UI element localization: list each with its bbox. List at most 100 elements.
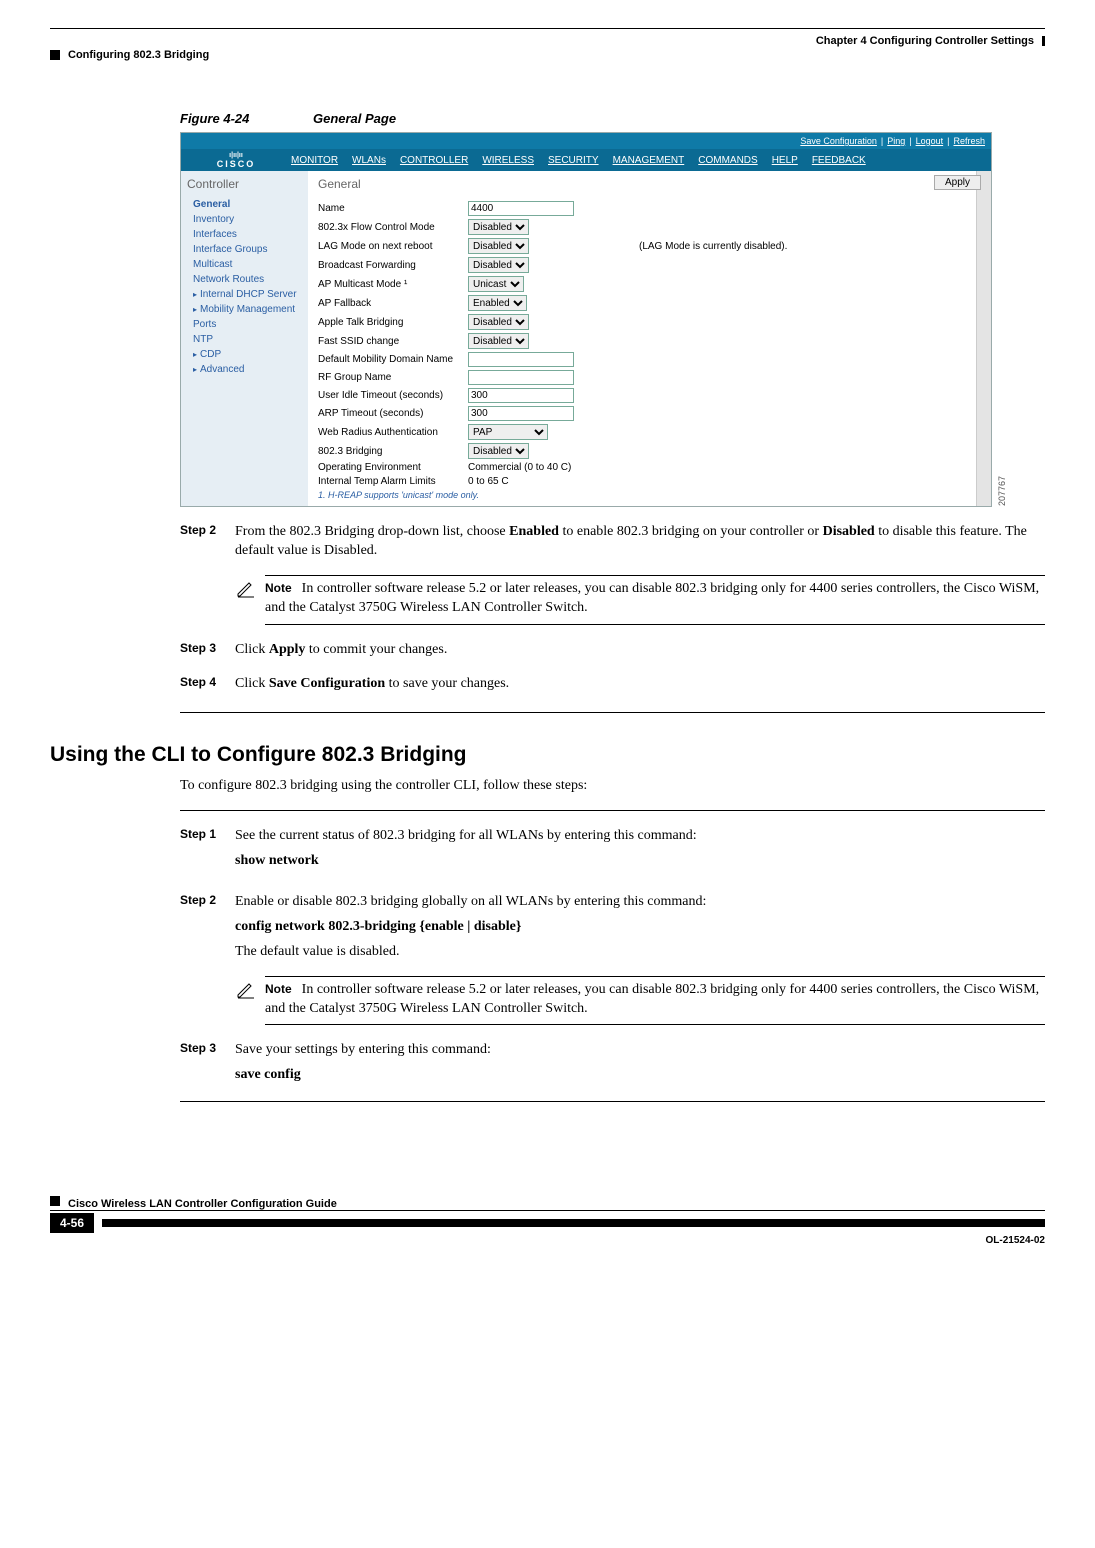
chapter-title: Chapter 4 Configuring Controller Setting… <box>816 35 1034 47</box>
top-utility-bar: Save Configuration | Ping | Logout | Ref… <box>181 133 991 149</box>
label-arp-timeout: ARP Timeout (seconds) <box>318 408 468 419</box>
menu-management[interactable]: MANAGEMENT <box>613 155 685 166</box>
ap-fallback-select[interactable]: Enabled <box>468 295 527 311</box>
cli-step-2-body: Enable or disable 802.3 bridging globall… <box>235 893 1045 962</box>
label-user-idle: User Idle Timeout (seconds) <box>318 390 468 401</box>
label-ap-multicast: AP Multicast Mode ¹ <box>318 279 468 290</box>
doc-id: OL-21524-02 <box>50 1235 1045 1246</box>
figure-label: Figure 4-24 <box>180 111 249 126</box>
save-config-link[interactable]: Save Configuration <box>800 136 877 146</box>
header-marker-icon <box>50 50 60 60</box>
note-2: NoteIn controller software release 5.2 o… <box>265 976 1045 1026</box>
figure-title: General Page <box>313 111 396 126</box>
label-mobility-domain: Default Mobility Domain Name <box>318 354 468 365</box>
footer-marker-icon <box>50 1196 60 1206</box>
cli-step-3-label: Step 3 <box>180 1041 235 1091</box>
lag-mode-select[interactable]: Disabled <box>468 238 529 254</box>
step-4-label: Step 4 <box>180 675 235 694</box>
step-2-text: From the 802.3 Bridging drop-down list, … <box>235 523 1045 561</box>
step-4-text: Click Save Configuration to save your ch… <box>235 675 1045 694</box>
main-panel: Apply General Name 802.3x Flow Control M… <box>308 171 991 506</box>
cli-step-1-body: See the current status of 802.3 bridging… <box>235 827 1045 877</box>
cli-intro: To configure 802.3 bridging using the co… <box>180 777 1045 796</box>
menu-controller[interactable]: CONTROLLER <box>400 155 468 166</box>
sidebar-item-mobility-management[interactable]: Mobility Management <box>187 302 302 317</box>
lag-mode-note: (LAG Mode is currently disabled). <box>639 241 787 252</box>
menu-help[interactable]: HELP <box>772 155 798 166</box>
rf-group-input[interactable] <box>468 370 574 385</box>
sidebar-item-general[interactable]: General <box>187 197 302 212</box>
arp-timeout-input[interactable] <box>468 406 574 421</box>
menu-feedback[interactable]: FEEDBACK <box>812 155 866 166</box>
label-fast-ssid: Fast SSID change <box>318 336 468 347</box>
label-temp-alarm: Internal Temp Alarm Limits <box>318 476 468 487</box>
menu-security[interactable]: SECURITY <box>548 155 599 166</box>
apply-button[interactable]: Apply <box>934 175 981 190</box>
flow-control-select[interactable]: Disabled <box>468 219 529 235</box>
step-2-label: Step 2 <box>180 523 235 561</box>
sidebar-item-cdp[interactable]: CDP <box>187 347 302 362</box>
name-input[interactable] <box>468 201 574 216</box>
label-flow-control: 802.3x Flow Control Mode <box>318 222 468 233</box>
label-operating-env: Operating Environment <box>318 462 468 473</box>
cli-step-3-body: Save your settings by entering this comm… <box>235 1041 1045 1091</box>
label-name: Name <box>318 203 468 214</box>
label-8023-bridging: 802.3 Bridging <box>318 446 468 457</box>
cli-step-1-label: Step 1 <box>180 827 235 877</box>
sidebar-item-advanced[interactable]: Advanced <box>187 362 302 377</box>
step-3-text: Click Apply to commit your changes. <box>235 641 1045 660</box>
panel-title: General <box>318 177 981 191</box>
note-1: NoteIn controller software release 5.2 o… <box>265 575 1045 625</box>
sidebar-item-internal-dhcp[interactable]: Internal DHCP Server <box>187 287 302 302</box>
main-menu-bar: ı|ıı|ıı CISCO MONITOR WLANs CONTROLLER W… <box>181 149 991 171</box>
broadcast-forwarding-select[interactable]: Disabled <box>468 257 529 273</box>
temp-alarm-value: 0 to 65 C <box>468 476 509 487</box>
cmd-show-network: show network <box>235 852 1045 871</box>
menu-commands[interactable]: COMMANDS <box>698 155 757 166</box>
scrollbar[interactable] <box>976 171 991 506</box>
cli-step-2-label: Step 2 <box>180 893 235 962</box>
sidebar-title: Controller <box>187 177 302 191</box>
sidebar-item-inventory[interactable]: Inventory <box>187 212 302 227</box>
step-3-label: Step 3 <box>180 641 235 660</box>
logout-link[interactable]: Logout <box>916 136 944 146</box>
sidebar-item-network-routes[interactable]: Network Routes <box>187 272 302 287</box>
fast-ssid-select[interactable]: Disabled <box>468 333 529 349</box>
figure-id: 207767 <box>997 476 1007 506</box>
sidebar: Controller General Inventory Interfaces … <box>181 171 308 506</box>
note-pencil-icon <box>235 978 259 1026</box>
menu-wireless[interactable]: WIRELESS <box>482 155 534 166</box>
label-broadcast-forwarding: Broadcast Forwarding <box>318 260 468 271</box>
general-page-screenshot: 207767 Save Configuration | Ping | Logou… <box>180 132 992 507</box>
cli-section-heading: Using the CLI to Configure 802.3 Bridgin… <box>50 743 1045 767</box>
cmd-config-bridging: config network 802.3-bridging {enable | … <box>235 918 1045 937</box>
footer-book-title: Cisco Wireless LAN Controller Configurat… <box>68 1192 337 1210</box>
appletalk-select[interactable]: Disabled <box>468 314 529 330</box>
page-number: 4-56 <box>50 1213 94 1233</box>
operating-env-value: Commercial (0 to 40 C) <box>468 462 571 473</box>
sidebar-item-interface-groups[interactable]: Interface Groups <box>187 242 302 257</box>
label-ap-fallback: AP Fallback <box>318 298 468 309</box>
mobility-domain-input[interactable] <box>468 352 574 367</box>
user-idle-input[interactable] <box>468 388 574 403</box>
footer-bar <box>102 1219 1045 1227</box>
web-radius-select[interactable]: PAP <box>468 424 548 440</box>
section-title: Configuring 802.3 Bridging <box>68 49 209 61</box>
menu-monitor[interactable]: MONITOR <box>291 155 338 166</box>
sidebar-item-interfaces[interactable]: Interfaces <box>187 227 302 242</box>
label-rf-group: RF Group Name <box>318 372 468 383</box>
menu-wlans[interactable]: WLANs <box>352 155 386 166</box>
sidebar-item-multicast[interactable]: Multicast <box>187 257 302 272</box>
cisco-logo: ı|ıı|ıı CISCO <box>181 152 291 169</box>
bridging-select[interactable]: Disabled <box>468 443 529 459</box>
sidebar-item-ports[interactable]: Ports <box>187 317 302 332</box>
sidebar-item-ntp[interactable]: NTP <box>187 332 302 347</box>
ping-link[interactable]: Ping <box>887 136 905 146</box>
footnote: 1. H-REAP supports 'unicast' mode only. <box>318 490 981 500</box>
label-appletalk: Apple Talk Bridging <box>318 317 468 328</box>
refresh-link[interactable]: Refresh <box>953 136 985 146</box>
cmd-save-config: save config <box>235 1066 1045 1085</box>
header-marker-icon <box>1042 36 1045 46</box>
ap-multicast-select[interactable]: Unicast <box>468 276 524 292</box>
label-web-radius: Web Radius Authentication <box>318 427 468 438</box>
